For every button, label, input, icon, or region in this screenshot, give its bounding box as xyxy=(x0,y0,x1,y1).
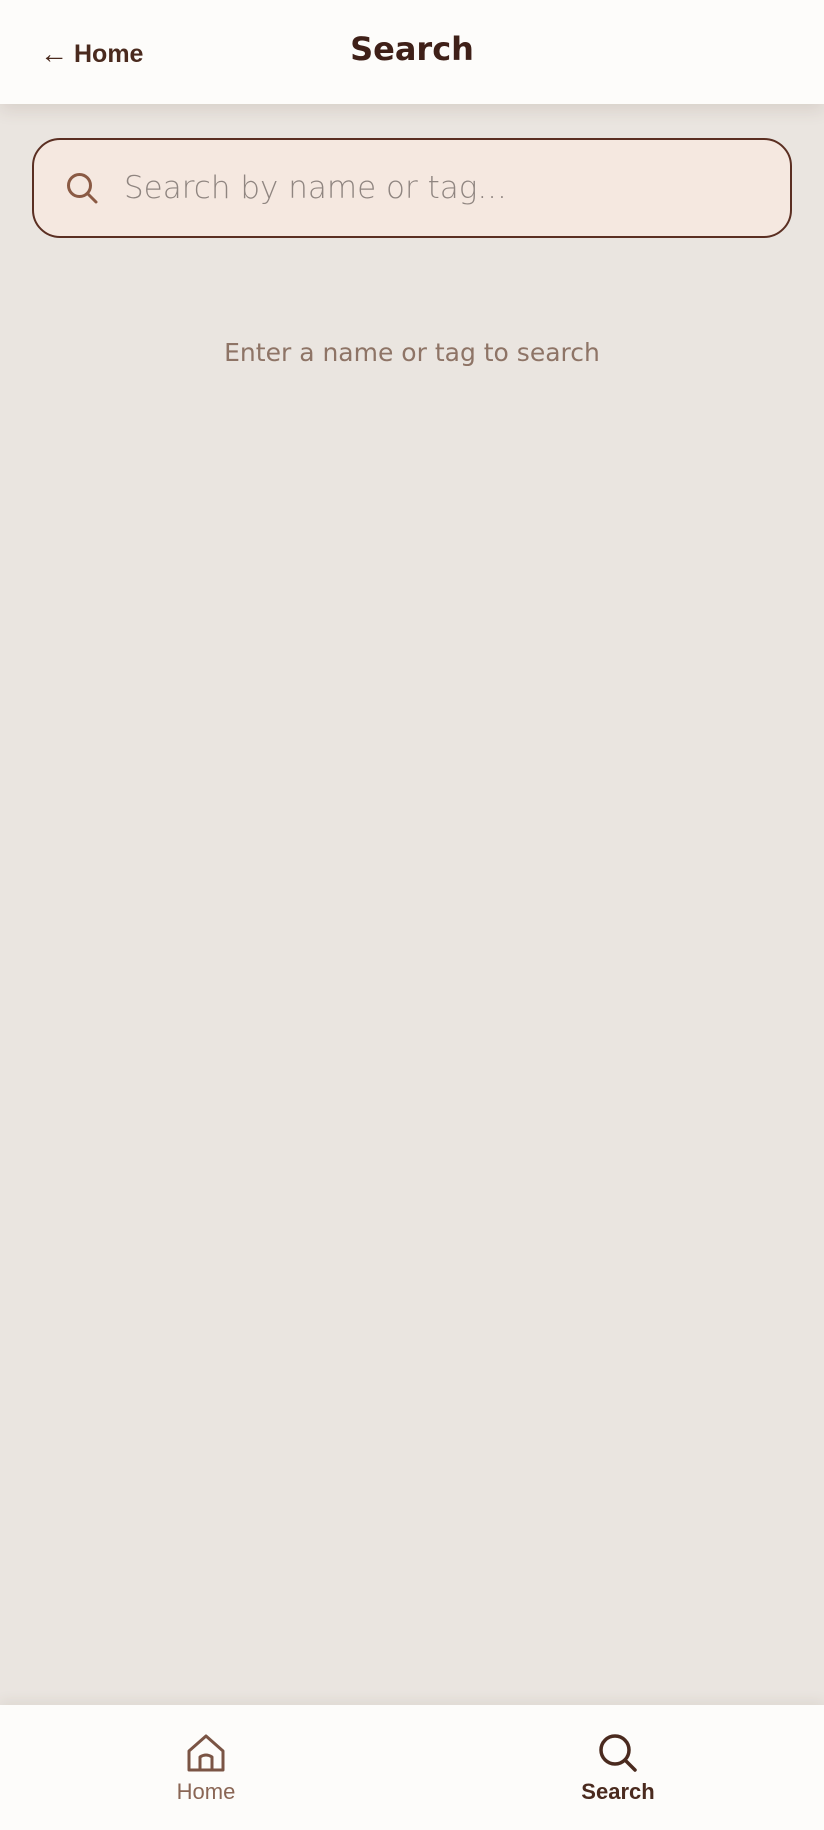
bottom-navigation: Home Search xyxy=(0,1705,824,1830)
page-title: Search xyxy=(350,30,474,68)
search-input[interactable] xyxy=(124,158,790,218)
nav-label-home: Home xyxy=(176,1779,236,1804)
home-icon xyxy=(184,1731,228,1775)
search-icon xyxy=(64,170,100,206)
nav-label-search: Search xyxy=(581,1779,655,1804)
search-screen: ← Home Search Enter a name or tag to sea… xyxy=(0,0,824,1830)
empty-state-message: Enter a name or tag to search xyxy=(224,338,600,367)
top-app-bar: ← Home Search xyxy=(0,0,824,104)
nav-item-search[interactable]: Search xyxy=(412,1705,824,1830)
search-bar[interactable] xyxy=(32,138,792,238)
nav-item-home[interactable]: Home xyxy=(0,1705,412,1830)
search-icon xyxy=(596,1731,640,1775)
